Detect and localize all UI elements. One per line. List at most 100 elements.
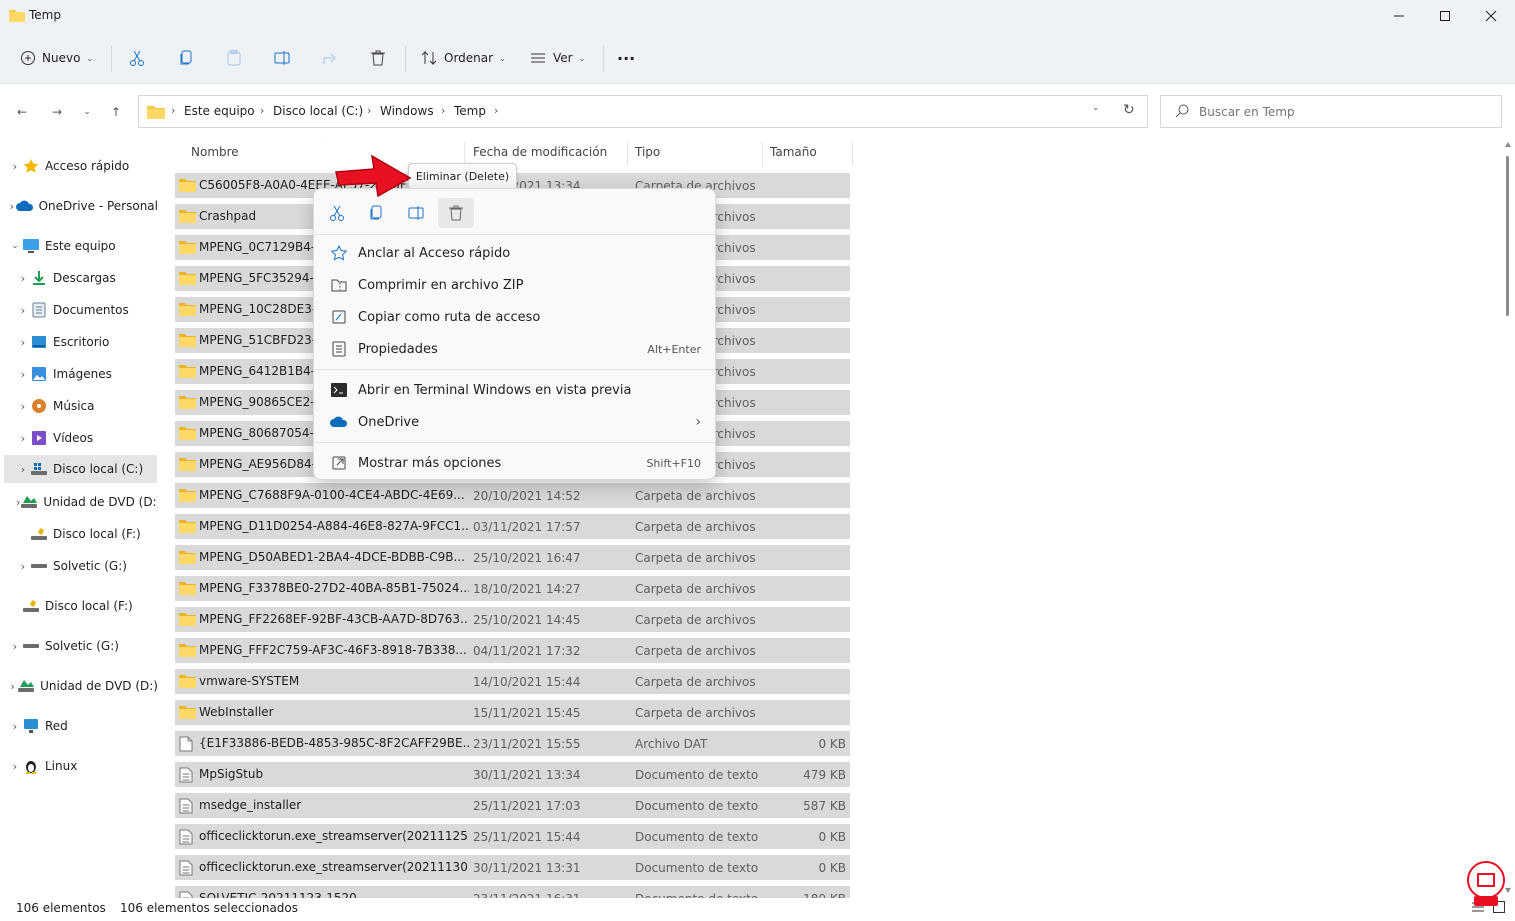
sidebar-item-linux[interactable]: › Linux	[8, 752, 158, 780]
chevron-right-icon[interactable]: ›	[16, 368, 30, 381]
file-row[interactable]: SOLVETIC-20211123-152023/11/2021 16:31Do…	[175, 886, 850, 898]
sidebar-item-downloads[interactable]: › Descargas	[16, 264, 158, 292]
chevron-down-icon[interactable]: ⌄	[1092, 103, 1100, 113]
chevron-right-icon[interactable]: ›	[16, 272, 30, 285]
ctx-copy-button[interactable]	[358, 198, 394, 228]
column-header-size[interactable]: Tamaño	[770, 145, 817, 159]
chevron-right-icon[interactable]: ›	[8, 680, 17, 693]
breadcrumb-item[interactable]: Windows	[380, 104, 434, 118]
sort-button[interactable]: Ordenar ⌄	[420, 42, 506, 74]
delete-button[interactable]	[369, 42, 387, 74]
column-header-name[interactable]: Nombre	[191, 145, 239, 159]
ctx-properties[interactable]: Propiedades Alt+Enter	[320, 334, 709, 364]
ctx-pin-quick-access[interactable]: Anclar al Acceso rápido	[320, 238, 709, 268]
sidebar-item-dvd-d-root[interactable]: › Unidad de DVD (D:)	[8, 672, 158, 700]
file-row[interactable]: MPENG_D11D0254-A884-46E8-827A-9FCC1... 03…	[175, 514, 850, 539]
sidebar-item-network[interactable]: › Red	[8, 712, 158, 740]
minimize-button[interactable]	[1376, 0, 1422, 32]
sidebar-item-onedrive[interactable]: › OneDrive - Personal	[8, 192, 158, 220]
close-button[interactable]	[1468, 0, 1514, 32]
sidebar-item-local-disk-c[interactable]: › Disco local (C:)	[4, 455, 157, 483]
ctx-open-terminal[interactable]: Abrir en Terminal Windows en vista previ…	[320, 375, 709, 405]
paste-button[interactable]	[225, 42, 243, 74]
file-row[interactable]: MPENG_F3378BE0-27D2-40BA-85B1-75024... 18…	[175, 576, 850, 601]
ctx-copy-path[interactable]: Copiar como ruta de acceso	[320, 302, 709, 332]
ctx-compress-zip[interactable]: Comprimir en archivo ZIP	[320, 270, 709, 300]
sidebar-item-dvd-d[interactable]: › Unidad de DVD (D:)	[16, 488, 158, 516]
sidebar-item-solvetic-g[interactable]: › Solvetic (G:)	[16, 552, 158, 580]
file-date: 25/10/2021 14:45	[473, 613, 581, 627]
column-divider[interactable]	[762, 142, 763, 166]
column-header-date[interactable]: Fecha de modificación	[473, 145, 607, 159]
chevron-right-icon[interactable]: ›	[8, 200, 16, 213]
file-row[interactable]: vmware-SYSTEM 14/10/2021 15:44 Carpeta de …	[175, 669, 850, 694]
maximize-button[interactable]	[1422, 0, 1468, 32]
sidebar-item-this-pc[interactable]: ⌄ Este equipo	[8, 232, 158, 260]
scrollbar-thumb[interactable]	[1506, 156, 1509, 316]
cut-button[interactable]	[128, 42, 146, 74]
image-icon	[30, 366, 48, 382]
file-row[interactable]: MPENG_FF2268EF-92BF-43CB-AA7D-8D763... 25…	[175, 607, 850, 632]
file-row[interactable]: MpSigStub 30/11/2021 13:34 Documento de te…	[175, 762, 850, 787]
file-row[interactable]: officeclicktorun.exe_streamserver(202111…	[175, 824, 850, 849]
file-row[interactable]: officeclicktorun.exe_streamserver(202111…	[175, 855, 850, 880]
address-bar[interactable]: › Este equipo › Disco local (C:) › Windo…	[138, 95, 1148, 128]
sidebar-item-videos[interactable]: › Vídeos	[16, 424, 158, 452]
breadcrumb-item[interactable]: Temp	[454, 104, 486, 118]
search-box[interactable]	[1160, 95, 1502, 128]
column-divider[interactable]	[852, 142, 853, 166]
chevron-right-icon[interactable]: ›	[16, 336, 30, 349]
refresh-icon[interactable]: ↻	[1123, 102, 1135, 118]
chevron-right-icon[interactable]: ›	[16, 432, 30, 445]
rename-button[interactable]	[273, 42, 291, 74]
sidebar-item-label: Acceso rápido	[45, 159, 130, 173]
ctx-onedrive[interactable]: OneDrive ›	[320, 407, 709, 437]
file-row[interactable]: MPENG_C7688F9A-0100-4CE4-ABDC-4E69... 20/…	[175, 483, 850, 508]
sidebar-item-local-disk-f[interactable]: Disco local (F:)	[16, 520, 158, 548]
column-divider[interactable]	[627, 142, 628, 166]
file-row[interactable]: MPENG_D50ABED1-2BA4-4DCE-BDBB-C9B... 25/1…	[175, 545, 850, 570]
file-row[interactable]: msedge_installer 25/11/2021 17:03 Document…	[175, 793, 850, 818]
share-button[interactable]	[321, 42, 339, 74]
more-options-button[interactable]: ···	[617, 42, 635, 74]
file-row[interactable]: MPENG_FFF2C759-AF3C-46F3-8918-7B338... 04…	[175, 638, 850, 663]
chevron-right-icon[interactable]: ›	[16, 304, 30, 317]
ctx-cut-button[interactable]	[319, 198, 355, 228]
sidebar-item-pictures[interactable]: › Imágenes	[16, 360, 158, 388]
vertical-scrollbar[interactable]	[1502, 138, 1515, 898]
ctx-show-more-options[interactable]: Mostrar más opciones Shift+F10	[320, 448, 709, 478]
view-button[interactable]: Ver ⌄	[529, 42, 585, 74]
chevron-right-icon[interactable]: ›	[8, 760, 22, 773]
ctx-rename-button[interactable]	[398, 198, 434, 228]
chevron-right-icon[interactable]: ›	[8, 720, 22, 733]
sidebar-item-quick-access[interactable]: › Acceso rápido	[8, 152, 158, 180]
chevron-down-icon[interactable]: ⌄	[8, 241, 22, 251]
sidebar-item-desktop[interactable]: › Escritorio	[16, 328, 158, 356]
sidebar-item-local-disk-f-root[interactable]: Disco local (F:)	[8, 592, 158, 620]
recent-locations-button[interactable]: ⌄	[77, 102, 97, 122]
ctx-delete-button[interactable]	[438, 198, 474, 228]
sidebar-item-music[interactable]: › Música	[16, 392, 158, 420]
file-name: MpSigStub	[199, 767, 264, 781]
chevron-right-icon[interactable]: ›	[8, 160, 22, 173]
new-button[interactable]: Nuevo ⌄	[20, 42, 93, 74]
sidebar-item-solvetic-g-root[interactable]: › Solvetic (G:)	[8, 632, 158, 660]
column-header-type[interactable]: Tipo	[635, 145, 660, 159]
breadcrumb-item[interactable]: Este equipo	[184, 104, 255, 118]
back-button[interactable]: ←	[12, 102, 32, 122]
chevron-right-icon[interactable]: ›	[16, 400, 30, 413]
sidebar-item-documents[interactable]: › Documentos	[16, 296, 158, 324]
file-row[interactable]: {E1F33886-BEDB-4853-985C-8F2CAFF29BE... 2…	[175, 731, 850, 756]
chevron-right-icon[interactable]: ›	[16, 560, 30, 573]
search-input[interactable]	[1199, 103, 1489, 121]
chevron-right-icon[interactable]: ›	[16, 463, 30, 476]
sidebar-item-label: Solvetic (G:)	[45, 639, 119, 653]
file-row[interactable]: WebInstaller 15/11/2021 15:45 Carpeta de a…	[175, 700, 850, 725]
download-icon	[30, 270, 48, 286]
copy-button[interactable]	[177, 42, 195, 74]
breadcrumb-item[interactable]: Disco local (C:)	[273, 104, 363, 118]
up-button[interactable]: ↑	[106, 102, 126, 122]
forward-button[interactable]: →	[47, 102, 67, 122]
chevron-right-icon[interactable]: ›	[8, 640, 22, 653]
scroll-up-icon[interactable]	[1505, 142, 1511, 147]
